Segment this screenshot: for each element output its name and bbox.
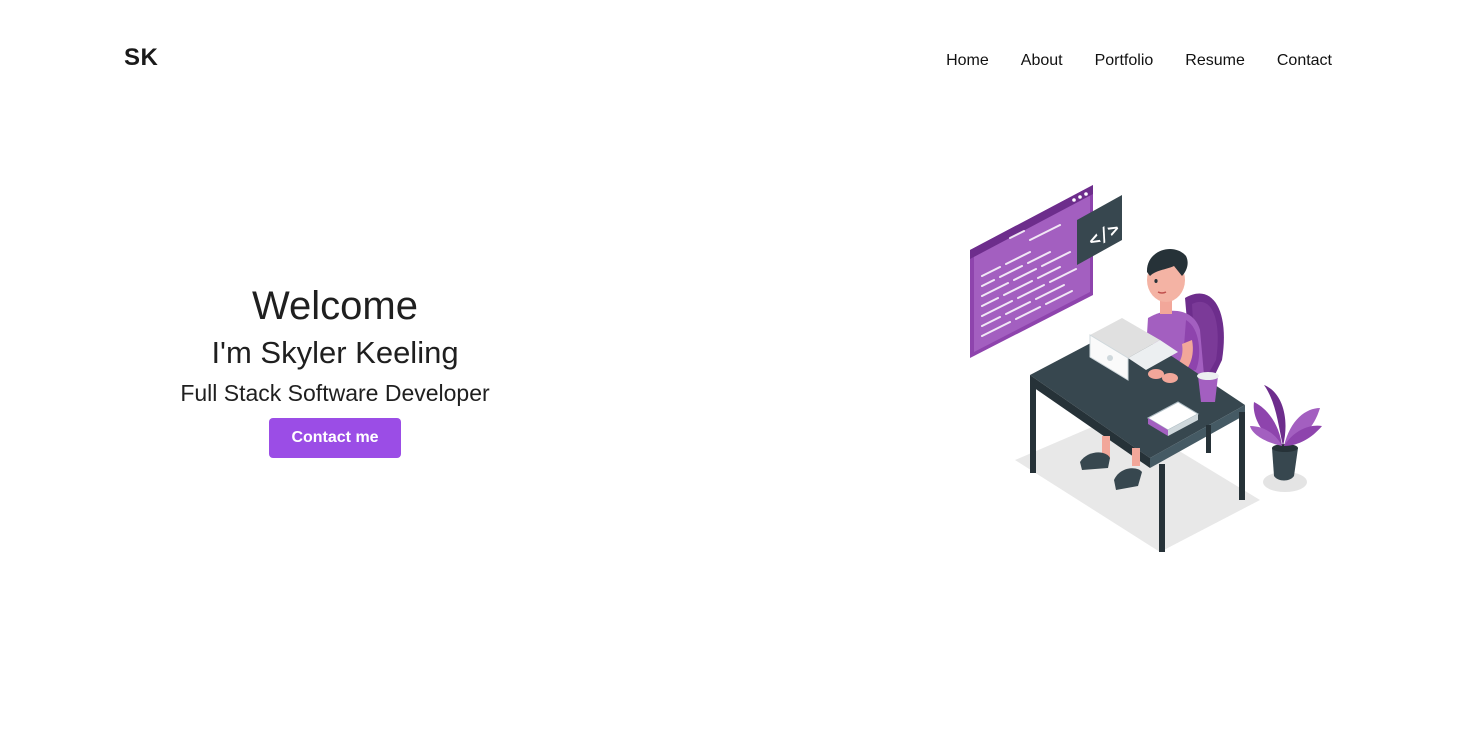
hero-section: Welcome I'm Skyler Keeling Full Stack So… (135, 280, 535, 458)
main-nav: Home About Portfolio Resume Contact (946, 52, 1332, 70)
nav-link-resume[interactable]: Resume (1185, 52, 1245, 70)
site-logo[interactable]: SK (124, 44, 158, 72)
hero-role: Full Stack Software Developer (180, 380, 490, 406)
hero-name: I'm Skyler Keeling (211, 335, 459, 370)
hero-greeting: Welcome (252, 284, 418, 328)
contact-me-button[interactable]: Contact me (269, 418, 401, 458)
nav-link-portfolio[interactable]: Portfolio (1095, 52, 1154, 70)
nav-link-contact[interactable]: Contact (1277, 52, 1332, 70)
code-window (970, 185, 1093, 358)
developer-illustration: </> (970, 185, 1322, 552)
nav-link-home[interactable]: Home (946, 52, 989, 70)
nav-link-about[interactable]: About (1021, 52, 1063, 70)
page: SK Home About Portfolio Resume Contact W… (0, 0, 1482, 739)
potted-plant (1250, 385, 1322, 481)
